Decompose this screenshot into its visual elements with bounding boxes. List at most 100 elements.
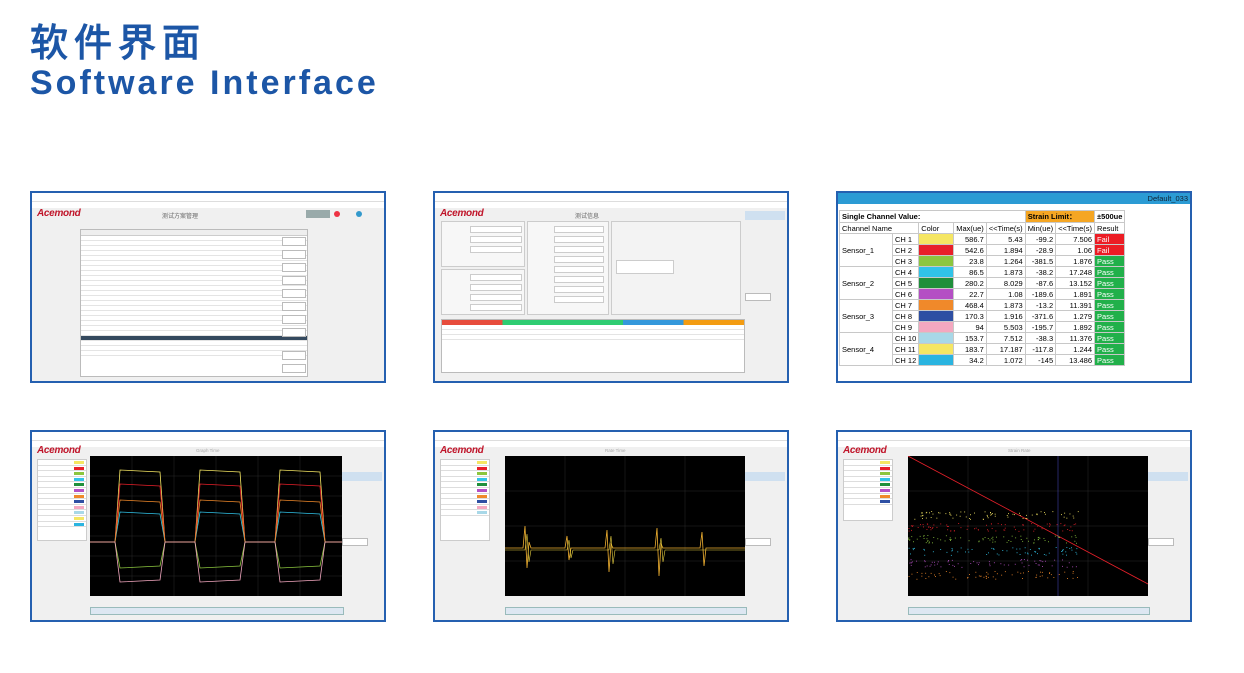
scatter-point — [1076, 553, 1078, 555]
side-button[interactable] — [282, 237, 306, 246]
scatter-point — [975, 527, 977, 529]
scatter-point — [957, 551, 959, 553]
scatter-point — [925, 578, 927, 579]
scatter-point — [912, 525, 914, 527]
scatter-point — [952, 549, 953, 551]
timeline-scrollbar[interactable] — [908, 607, 1150, 615]
sidebar-item[interactable] — [745, 244, 785, 253]
side-button[interactable] — [282, 364, 306, 373]
notes-field[interactable] — [616, 260, 674, 274]
sidebar-item[interactable] — [745, 472, 785, 481]
info-field[interactable] — [554, 256, 604, 263]
scatter-point — [928, 576, 930, 578]
scatter-point — [1068, 562, 1070, 564]
info-field[interactable] — [470, 284, 522, 291]
scatter-point — [969, 518, 970, 519]
info-field[interactable] — [554, 226, 604, 233]
info-field[interactable] — [470, 304, 522, 311]
sidebar-item[interactable] — [745, 222, 785, 231]
info-field[interactable] — [470, 294, 522, 301]
sensor-group: Sensor_1 — [839, 233, 893, 267]
max-value: 86.5 — [953, 266, 987, 278]
list-item[interactable] — [844, 499, 892, 505]
side-button[interactable] — [282, 315, 306, 324]
channel-name: CH 3 — [891, 255, 920, 267]
scatter-point — [1027, 553, 1029, 555]
sidebar-item[interactable] — [342, 472, 382, 481]
scatter-point — [1049, 524, 1051, 526]
channel-name: CH 2 — [891, 244, 920, 256]
scatter-point — [982, 518, 984, 520]
list-item[interactable] — [38, 522, 86, 528]
scatter-point — [926, 529, 928, 530]
export-button[interactable] — [1148, 538, 1174, 546]
rate-time-plot[interactable]: Rate Time — [505, 448, 745, 596]
side-button[interactable] — [282, 289, 306, 298]
sidebar-item[interactable] — [1148, 461, 1188, 470]
scatter-point — [995, 578, 997, 580]
sidebar-item[interactable] — [745, 483, 785, 492]
info-field[interactable] — [554, 286, 604, 293]
sidebar-item[interactable] — [745, 211, 785, 220]
scatter-point — [1006, 515, 1008, 516]
side-button[interactable] — [282, 328, 306, 337]
scatter-point — [1047, 577, 1049, 579]
sidebar-item[interactable] — [342, 483, 382, 492]
side-button[interactable] — [282, 263, 306, 272]
info-icon[interactable] — [356, 211, 362, 217]
scatter-point — [1022, 578, 1023, 579]
side-button[interactable] — [282, 276, 306, 285]
scatter-point — [960, 527, 962, 529]
export-button[interactable] — [342, 538, 368, 546]
scatter-point — [954, 537, 956, 539]
strain-rate-plot[interactable]: Strain Rate — [907, 448, 1149, 596]
sidebar-item[interactable] — [1148, 472, 1188, 481]
sidebar-item[interactable] — [745, 450, 785, 459]
info-field[interactable] — [554, 296, 604, 303]
export-button[interactable] — [745, 538, 771, 546]
channel-name: CH 4 — [891, 266, 920, 278]
sidebar-item[interactable] — [342, 461, 382, 470]
sidebar-item[interactable] — [342, 450, 382, 459]
scatter-point — [926, 565, 928, 567]
scatter-point — [991, 513, 992, 515]
sidebar-item[interactable] — [1148, 450, 1188, 459]
sidebar-item[interactable] — [745, 233, 785, 242]
side-button[interactable] — [282, 351, 306, 360]
side-button[interactable] — [282, 250, 306, 259]
menu-bar — [32, 441, 384, 447]
max-time: 1.264 — [985, 255, 1026, 267]
scatter-point — [1015, 529, 1016, 531]
info-field[interactable] — [554, 276, 604, 283]
info-field[interactable] — [470, 274, 522, 281]
export-button[interactable] — [745, 293, 771, 301]
toolbar-button[interactable] — [306, 210, 330, 218]
scatter-point — [922, 514, 924, 516]
min-time: 13.152 — [1055, 277, 1096, 289]
side-button[interactable] — [282, 302, 306, 311]
table-row[interactable] — [81, 351, 307, 356]
scatter-point — [1031, 523, 1033, 525]
info-field[interactable] — [470, 236, 522, 243]
info-field[interactable] — [470, 246, 522, 253]
scatter-point — [924, 566, 926, 568]
delete-icon[interactable] — [334, 211, 340, 217]
timeline-scrollbar[interactable] — [505, 607, 747, 615]
scatter-point — [1072, 566, 1074, 568]
info-field[interactable] — [554, 246, 604, 253]
sidebar-item[interactable] — [1148, 483, 1188, 492]
scatter-point — [932, 513, 934, 515]
info-field[interactable] — [554, 236, 604, 243]
scatter-point — [960, 547, 962, 549]
info-field[interactable] — [470, 226, 522, 233]
scatter-point — [928, 526, 930, 528]
column-header: Result — [1094, 222, 1126, 234]
sidebar-item[interactable] — [745, 461, 785, 470]
scatter-point — [930, 517, 932, 518]
timeline-scrollbar[interactable] — [90, 607, 344, 615]
graph-time-plot[interactable]: Graph Time — [90, 448, 342, 596]
list-item[interactable] — [441, 510, 489, 516]
scatter-point — [1006, 541, 1008, 543]
table-row[interactable] — [442, 335, 744, 340]
info-field[interactable] — [554, 266, 604, 273]
